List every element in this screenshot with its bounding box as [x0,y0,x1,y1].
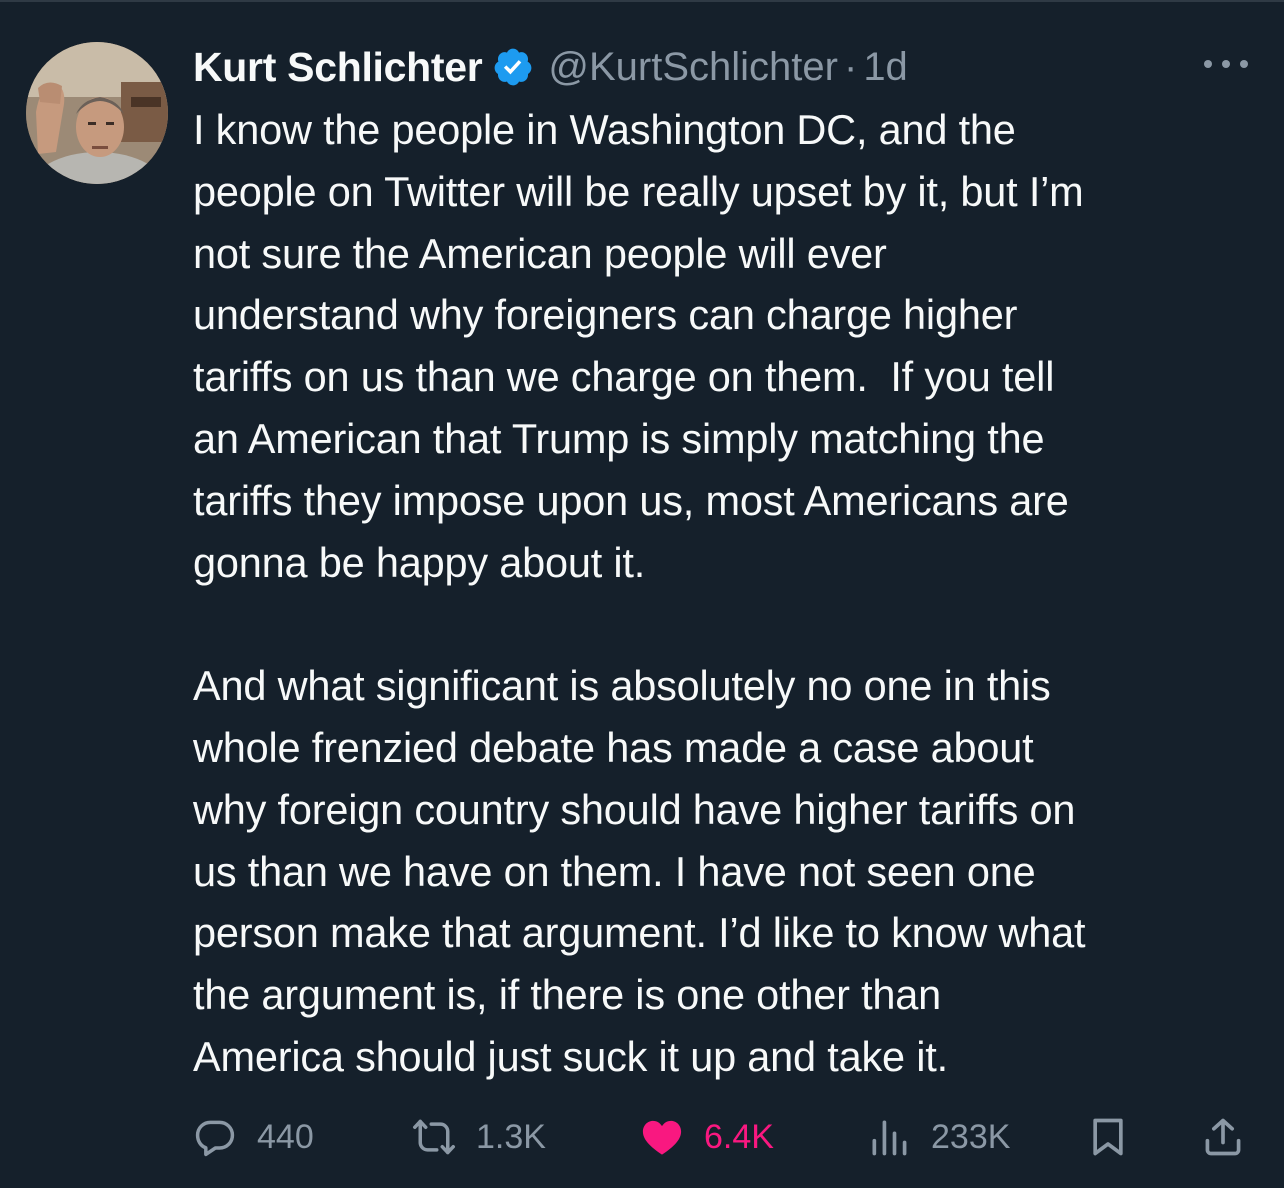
text-line: tariffs they impose upon us, most Americ… [193,476,1069,524]
like-button[interactable]: 6.4K [640,1108,774,1166]
text-line: tariffs on us than we charge on them. If… [193,353,1055,401]
text-line: people on Twitter will be really upset b… [193,167,1084,215]
separator-dot: · [843,44,858,89]
handle[interactable]: @KurtSchlichter [548,45,838,90]
views-icon [872,1120,907,1156]
avatar-photo [26,42,168,184]
views-count: 233K [931,1117,1011,1156]
more-options-icon[interactable] [1200,52,1252,76]
timestamp[interactable]: 1d [863,45,908,90]
heart-icon [642,1120,682,1155]
reply-button[interactable]: 440 [193,1108,314,1166]
tweet-paragraph: And what significant is absolutely no on… [193,655,1263,1088]
action-bar: 440 1.3K 6.4K 233K [193,1108,1253,1166]
tweet-paragraph: I know the people in Washington DC, and … [193,99,1263,593]
text-line: person make that argument. I’d like to k… [193,909,1086,957]
verified-badge-icon [495,48,532,86]
text-line: an American that Trump is simply matchin… [193,414,1045,462]
share-button[interactable] [1201,1108,1245,1166]
text-line: America should just suck it up and take … [193,1032,948,1080]
bookmark-button[interactable] [1086,1108,1130,1166]
views-button[interactable]: 233K [867,1108,1010,1166]
text-line: not sure the American people will ever [193,229,887,277]
repost-count: 1.3K [476,1117,546,1156]
text-line: whole frenzied debate has made a case ab… [193,723,1034,771]
text-line: us than we have on them. I have not seen… [193,847,1036,895]
reply-count: 440 [257,1117,314,1156]
tweet: Kurt Schlichter @KurtSchlichter · 1d I k… [0,0,1284,1188]
text-line: why foreign country should have higher t… [193,785,1076,833]
avatar[interactable] [26,42,168,184]
reply-icon [195,1120,235,1157]
text-line: gonna be happy about it. [193,538,646,586]
display-name[interactable]: Kurt Schlichter [193,44,483,91]
text-line: I know the people in Washington DC, and … [193,106,1016,153]
share-icon [1205,1118,1241,1156]
tweet-text: I know the people in Washington DC, and … [193,99,1263,1088]
bookmark-icon [1093,1118,1123,1156]
tweet-header: Kurt Schlichter @KurtSchlichter · 1d [193,42,908,92]
text-line: understand why foreigners can charge hig… [193,291,1018,339]
text-line: the argument is, if there is one other t… [193,971,942,1019]
text-line: And what significant is absolutely no on… [193,662,1051,710]
like-count: 6.4K [704,1117,774,1156]
repost-icon [413,1119,455,1155]
repost-button[interactable]: 1.3K [412,1108,546,1166]
